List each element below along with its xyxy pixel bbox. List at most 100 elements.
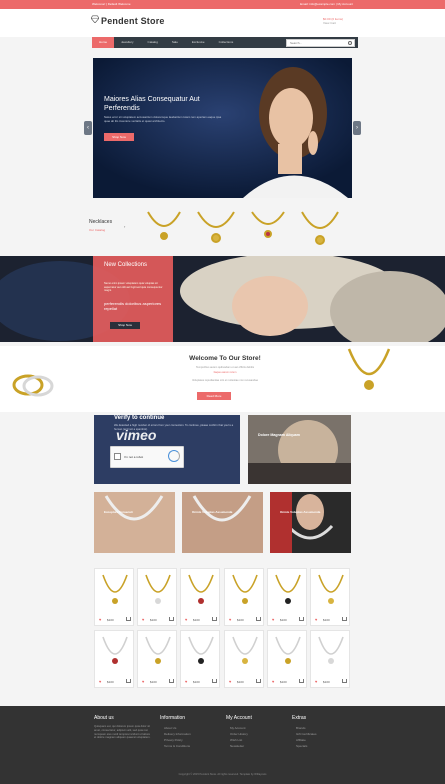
product-image: [232, 574, 258, 604]
search-input[interactable]: Search...: [286, 38, 355, 47]
top-welcome: Welcome! | Default Welcome: [92, 2, 131, 6]
product-card[interactable]: ♥ $100: [267, 568, 307, 626]
captcha-heading: Verify to continue: [114, 415, 165, 421]
product-price: $100: [237, 680, 244, 684]
add-to-cart-icon[interactable]: [342, 617, 347, 621]
pendant-necklace-image: [347, 348, 391, 390]
wishlist-heart-icon[interactable]: ♥: [185, 617, 187, 622]
promo-image: [270, 492, 351, 553]
product-price: $100: [323, 680, 330, 684]
store-logo[interactable]: Pendent Store: [101, 16, 165, 26]
recaptcha-checkbox[interactable]: [114, 453, 121, 460]
add-to-cart-icon[interactable]: [212, 617, 217, 621]
nav-item-jewellery[interactable]: Jewellery: [114, 37, 141, 48]
wishlist-heart-icon[interactable]: ♥: [142, 679, 144, 684]
page: { "topbar": {"left": "Welcome! | Default…: [0, 0, 445, 784]
slider-prev-arrow[interactable]: ‹: [84, 121, 92, 135]
product-price: $100: [280, 618, 287, 622]
footer-info-title: Information: [160, 715, 186, 721]
wishlist-heart-icon[interactable]: ♥: [229, 679, 231, 684]
product-card[interactable]: ♥ $100: [310, 568, 350, 626]
promo-tile-3[interactable]: Omnis Voluptas Assumenda: [270, 492, 351, 553]
footer-link[interactable]: Terms & Conditions: [164, 743, 191, 749]
product-card[interactable]: ♥ $100: [180, 630, 220, 688]
cart-summary[interactable]: $0.00 (0 items) View Cart: [323, 17, 343, 25]
footer-account-title: My Account: [226, 715, 252, 721]
collections-title: New Collections: [104, 262, 148, 268]
product-price: $100: [150, 680, 157, 684]
wishlist-heart-icon[interactable]: ♥: [229, 617, 231, 622]
add-to-cart-icon[interactable]: [169, 679, 174, 683]
footer-account-links: My Account Order History Wish List Newsl…: [230, 725, 248, 749]
nav-item-sale[interactable]: Sale: [165, 37, 185, 48]
product-price: $100: [107, 618, 114, 622]
promo-image: [248, 415, 351, 484]
welcome-read-more-button[interactable]: Read More: [197, 392, 231, 400]
add-to-cart-icon[interactable]: [126, 679, 131, 683]
add-to-cart-icon[interactable]: [169, 617, 174, 621]
product-card[interactable]: ♥ $100: [180, 568, 220, 626]
welcome-title: Welcome To Our Store!: [189, 355, 261, 362]
footer-link[interactable]: Specials: [296, 743, 317, 749]
product-card[interactable]: ♥ $100: [224, 568, 264, 626]
product-card[interactable]: ♥ $100: [137, 630, 177, 688]
wishlist-heart-icon[interactable]: ♥: [272, 617, 274, 622]
product-card[interactable]: ♥ $100: [224, 630, 264, 688]
product-card[interactable]: ♥ $100: [94, 568, 134, 626]
promo-tile-1[interactable]: Excepturi Occaecati: [94, 492, 175, 553]
product-card[interactable]: ♥ $100: [267, 630, 307, 688]
nav-item-home[interactable]: Home: [92, 37, 115, 48]
search-icon[interactable]: [348, 40, 352, 45]
promo-tile-ladies[interactable]: Dolore Magnam Aliquam: [248, 415, 351, 484]
necklaces-subtitle[interactable]: Our Catalog: [89, 228, 105, 232]
product-card[interactable]: ♥ $100: [94, 630, 134, 688]
nav-item-collections[interactable]: Collections: [212, 37, 241, 48]
collections-shop-button[interactable]: Shop Now: [110, 322, 140, 329]
add-to-cart-icon[interactable]: [126, 617, 131, 621]
wishlist-heart-icon[interactable]: ♥: [315, 679, 317, 684]
product-image: [188, 574, 214, 604]
wishlist-heart-icon[interactable]: ♥: [272, 679, 274, 684]
product-image: [318, 636, 344, 664]
add-to-cart-icon[interactable]: [299, 679, 304, 683]
promo-tile-2[interactable]: Omnis Voluptas Assumenda: [182, 492, 263, 553]
vimeo-logo: vimeo: [116, 427, 157, 443]
slider-next-arrow[interactable]: ›: [353, 121, 361, 135]
copyright: Copyright © 2015 Pendent Store. All righ…: [178, 773, 267, 776]
footer-info-links: About Us Delivery Information Privacy Po…: [164, 725, 191, 749]
hero-model-image: [93, 58, 352, 198]
nav-item-catalog[interactable]: Catalog: [141, 37, 165, 48]
product-price: $100: [280, 680, 287, 684]
product-card[interactable]: ♥ $100: [310, 630, 350, 688]
wishlist-heart-icon[interactable]: ♥: [315, 617, 317, 622]
product-image: [275, 574, 301, 604]
wishlist-heart-icon[interactable]: ♥: [185, 679, 187, 684]
top-contact[interactable]: Email: info@example.com | My Account: [300, 0, 353, 9]
nav-item-exclusive[interactable]: Exclusive: [185, 37, 212, 48]
wishlist-heart-icon[interactable]: ♥: [99, 617, 101, 622]
welcome-line-2: Itaque earum rerum: [213, 371, 237, 374]
add-to-cart-icon[interactable]: [256, 617, 261, 621]
promo-image: [182, 492, 263, 553]
hero-shop-button[interactable]: Shop Now: [104, 133, 134, 141]
add-to-cart-icon[interactable]: [212, 679, 217, 683]
footer-about-title: About us: [94, 715, 114, 721]
footer-link[interactable]: Newsletter: [230, 743, 248, 749]
wishlist-heart-icon[interactable]: ♥: [99, 679, 101, 684]
product-card[interactable]: ♥ $100: [137, 568, 177, 626]
add-to-cart-icon[interactable]: [256, 679, 261, 683]
welcome-line-3: Voluptates repudiandae sint et molestiae…: [191, 379, 259, 382]
add-to-cart-icon[interactable]: [299, 617, 304, 621]
view-cart-link[interactable]: View Cart: [323, 21, 343, 25]
product-price: $100: [193, 680, 200, 684]
hero-title: Maiores Alias Consequatur Aut Perferendi…: [104, 96, 200, 112]
top-strip: Welcome! | Default Welcome Email: info@e…: [0, 0, 445, 9]
product-price: $100: [107, 680, 114, 684]
add-to-cart-icon[interactable]: [342, 679, 347, 683]
diamond-icon: [91, 15, 99, 23]
collections-panel: [93, 256, 173, 342]
product-image: [318, 574, 344, 604]
carousel-arrow-icon[interactable]: ›: [124, 224, 125, 229]
wishlist-heart-icon[interactable]: ♥: [142, 617, 144, 622]
product-image: [145, 574, 171, 604]
